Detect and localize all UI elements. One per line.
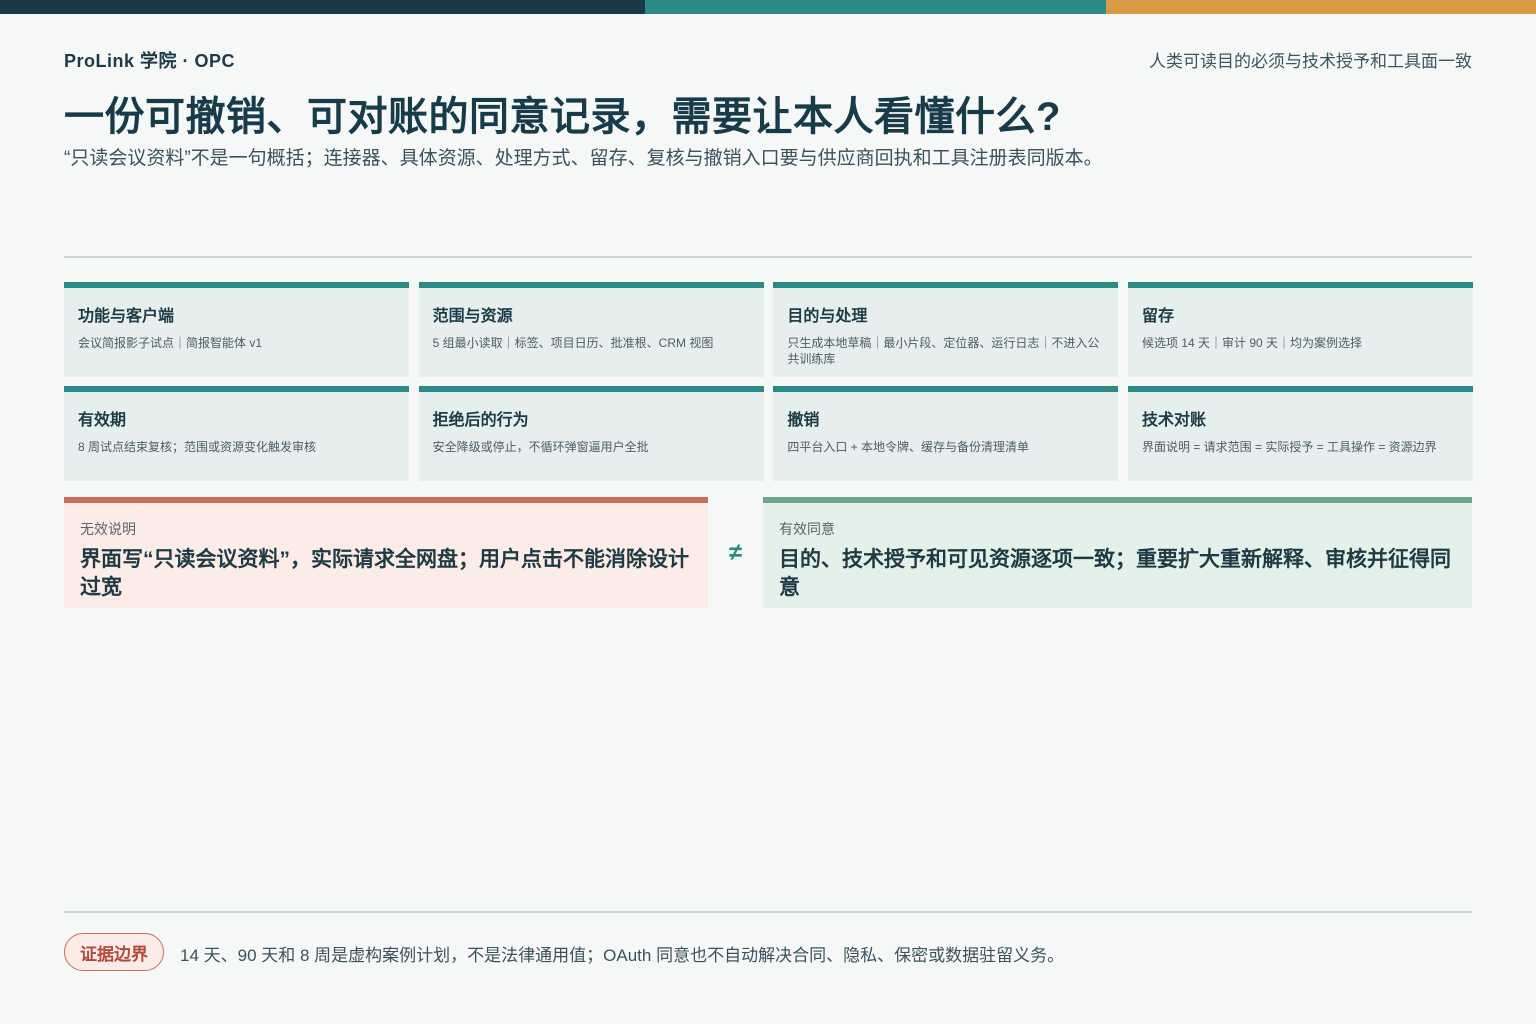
valid-label: 有效同意	[779, 521, 835, 537]
card-retention: 留存 候选项 14 天｜审计 90 天｜均为案例选择	[1127, 282, 1473, 377]
top-color-bar	[0, 0, 1536, 14]
card-desc: 安全降级或停止，不循环弹窗逼用户全批	[432, 440, 649, 454]
card-title: 功能与客户端	[78, 308, 175, 325]
card-purpose-processing: 目的与处理 只生成本地草稿｜最小片段、定位器、运行日志｜不进入公共训练库	[773, 282, 1119, 377]
card-desc: 8 周试点结束复核；范围或资源变化触发审核	[78, 440, 317, 454]
not-equal-symbol: ≠	[728, 538, 743, 566]
divider-bottom	[64, 911, 1472, 913]
card-validity: 有效期 8 周试点结束复核；范围或资源变化触发审核	[64, 386, 409, 481]
consent-element-grid: 功能与客户端 会议简报影子试点｜简报智能体 v1 范围与资源 5 组最小读取｜标…	[64, 282, 1473, 481]
footer-note: 14 天、90 天和 8 周是虚构案例计划，不是法律通用值；OAuth 同意也不…	[180, 946, 1065, 965]
invalid-text: 界面写“只读会议资料”，实际请求全网盘；用户点击不能消除设计过宽	[80, 548, 689, 599]
card-scope-resources: 范围与资源 5 组最小读取｜标签、项目日历、批准根、CRM 视图	[418, 282, 764, 377]
top-bar-teal-segment	[645, 0, 1106, 14]
top-bar-navy-segment	[0, 0, 645, 14]
tagline: 人类可读目的必须与技术授予和工具面一致	[1149, 52, 1472, 71]
card-desc: 会议简报影子试点｜简报智能体 v1	[78, 336, 263, 350]
card-revocation: 撤销 四平台入口 + 本地令牌、缓存与备份清理清单	[773, 386, 1119, 481]
card-title: 范围与资源	[432, 308, 513, 325]
card-title: 技术对账	[1141, 412, 1206, 429]
card-function-client: 功能与客户端 会议简报影子试点｜简报智能体 v1	[64, 282, 409, 377]
invalid-explanation-panel: 无效说明 界面写“只读会议资料”，实际请求全网盘；用户点击不能消除设计过宽	[64, 497, 708, 608]
page-title: 一份可撤销、可对账的同意记录，需要让本人看懂什么?	[64, 95, 1061, 139]
card-title: 有效期	[78, 412, 127, 429]
card-title: 拒绝后的行为	[432, 412, 529, 429]
brand-label: ProLink 学院 · OPC	[64, 51, 236, 71]
card-desc: 只生成本地草稿｜最小片段、定位器、运行日志｜不进入公共训练库	[787, 336, 1100, 366]
card-desc: 5 组最小读取｜标签、项目日历、批准根、CRM 视图	[432, 336, 714, 350]
card-title: 留存	[1141, 308, 1174, 325]
valid-consent-panel: 有效同意 目的、技术授予和可见资源逐项一致；重要扩大重新解释、审核并征得同意	[763, 497, 1472, 608]
card-technical-reconciliation: 技术对账 界面说明 = 请求范围 = 实际授予 = 工具操作 = 资源边界	[1127, 386, 1473, 481]
card-title: 目的与处理	[787, 308, 868, 325]
page-subtitle: “只读会议资料”不是一句概括；连接器、具体资源、处理方式、留存、复核与撤销入口要…	[64, 148, 1103, 169]
card-title: 撤销	[787, 412, 820, 429]
card-desc: 四平台入口 + 本地令牌、缓存与备份清理清单	[787, 440, 1029, 454]
card-after-refusal: 拒绝后的行为 安全降级或停止，不循环弹窗逼用户全批	[418, 386, 764, 481]
card-desc: 界面说明 = 请求范围 = 实际授予 = 工具操作 = 资源边界	[1141, 440, 1437, 454]
invalid-label: 无效说明	[80, 521, 136, 537]
divider-top	[64, 256, 1472, 258]
evidence-boundary-badge: 证据边界	[64, 933, 164, 971]
card-desc: 候选项 14 天｜审计 90 天｜均为案例选择	[1141, 336, 1363, 350]
valid-text: 目的、技术授予和可见资源逐项一致；重要扩大重新解释、审核并征得同意	[779, 548, 1451, 599]
top-bar-amber-segment	[1106, 0, 1536, 14]
